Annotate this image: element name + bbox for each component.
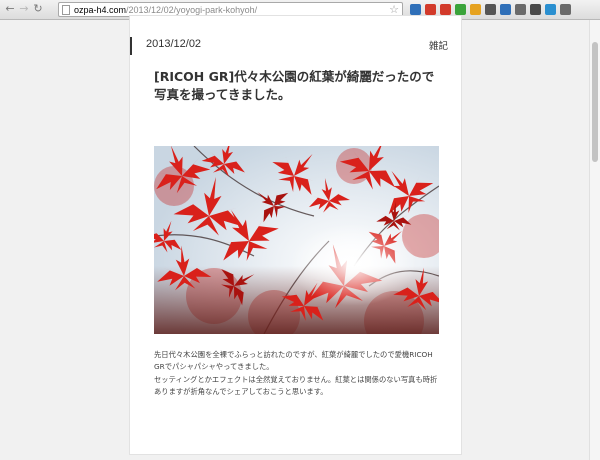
- extension-icon-9[interactable]: [530, 4, 541, 15]
- vertical-scrollbar[interactable]: [589, 20, 600, 460]
- extension-icon-5[interactable]: [470, 4, 481, 15]
- post-body: 先日代々木公園を全裸でふらっと訪れたのですが、紅葉が綺麗でしたので愛機RICOH…: [154, 349, 444, 399]
- scrollbar-thumb[interactable]: [592, 42, 598, 162]
- post-title[interactable]: [RICOH GR]代々木公園の紅葉が綺麗だったので写真を撮ってきました。: [154, 68, 439, 104]
- extension-icon-6[interactable]: [485, 4, 496, 15]
- url-path: /2013/12/02/yoyogi-park-kohyoh/: [126, 5, 258, 15]
- url-host: ozpa-h4.com: [74, 5, 127, 15]
- reload-icon[interactable]: ↻: [32, 3, 44, 15]
- extension-icon-11[interactable]: [560, 4, 571, 15]
- extension-icon-7[interactable]: [500, 4, 511, 15]
- date-marker: [130, 37, 132, 55]
- extension-icon-3[interactable]: [440, 4, 451, 15]
- forward-arrow-icon[interactable]: →: [18, 3, 30, 15]
- extension-icon-10[interactable]: [545, 4, 556, 15]
- article-card: 2013/12/02 雑記 [RICOH GR]代々木公園の紅葉が綺麗だったので…: [129, 15, 462, 455]
- back-arrow-icon[interactable]: ←: [4, 3, 16, 15]
- page-icon: [62, 5, 70, 15]
- extension-icon-4[interactable]: [455, 4, 466, 15]
- body-paragraph-2: セッティングとかエフェクトは全然覚えておりません。紅葉とは関係のない写真も時折あ…: [154, 374, 438, 397]
- extension-icon-8[interactable]: [515, 4, 526, 15]
- body-paragraph-1: 先日代々木公園を全裸でふらっと訪れたのですが、紅葉が綺麗でしたので愛機RICOH…: [154, 350, 433, 372]
- extension-icon-1[interactable]: [410, 4, 421, 15]
- post-date: 2013/12/02: [146, 38, 202, 50]
- extension-icon-2[interactable]: [425, 4, 436, 15]
- post-category-link[interactable]: 雑記: [429, 38, 448, 52]
- autumn-maple-leaves-photo: [154, 146, 439, 334]
